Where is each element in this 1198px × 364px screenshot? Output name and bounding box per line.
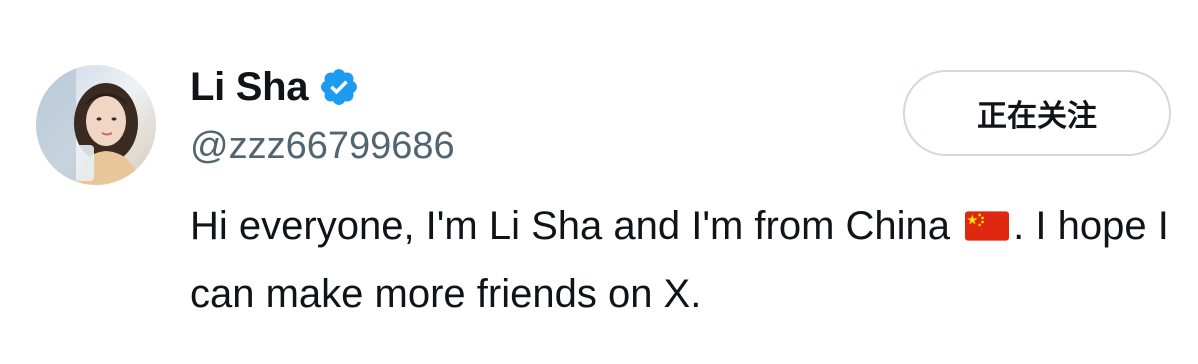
user-handle[interactable]: @zzz66799686	[190, 122, 455, 170]
display-name[interactable]: Li Sha	[190, 62, 309, 112]
profile-card: Li Sha @zzz66799686 正在关注 Hi everyone, I'…	[0, 0, 1198, 364]
following-button[interactable]: 正在关注	[903, 70, 1171, 156]
name-row: Li Sha	[190, 62, 360, 112]
bio-text-part1: Hi everyone, I'm Li Sha and I'm from Chi…	[190, 204, 951, 248]
avatar[interactable]	[36, 65, 156, 185]
verified-badge-icon[interactable]	[318, 66, 360, 108]
avatar-image	[36, 65, 156, 185]
bio-text: Hi everyone, I'm Li Sha and I'm from Chi…	[190, 192, 1175, 328]
china-flag-icon	[965, 194, 1010, 241]
